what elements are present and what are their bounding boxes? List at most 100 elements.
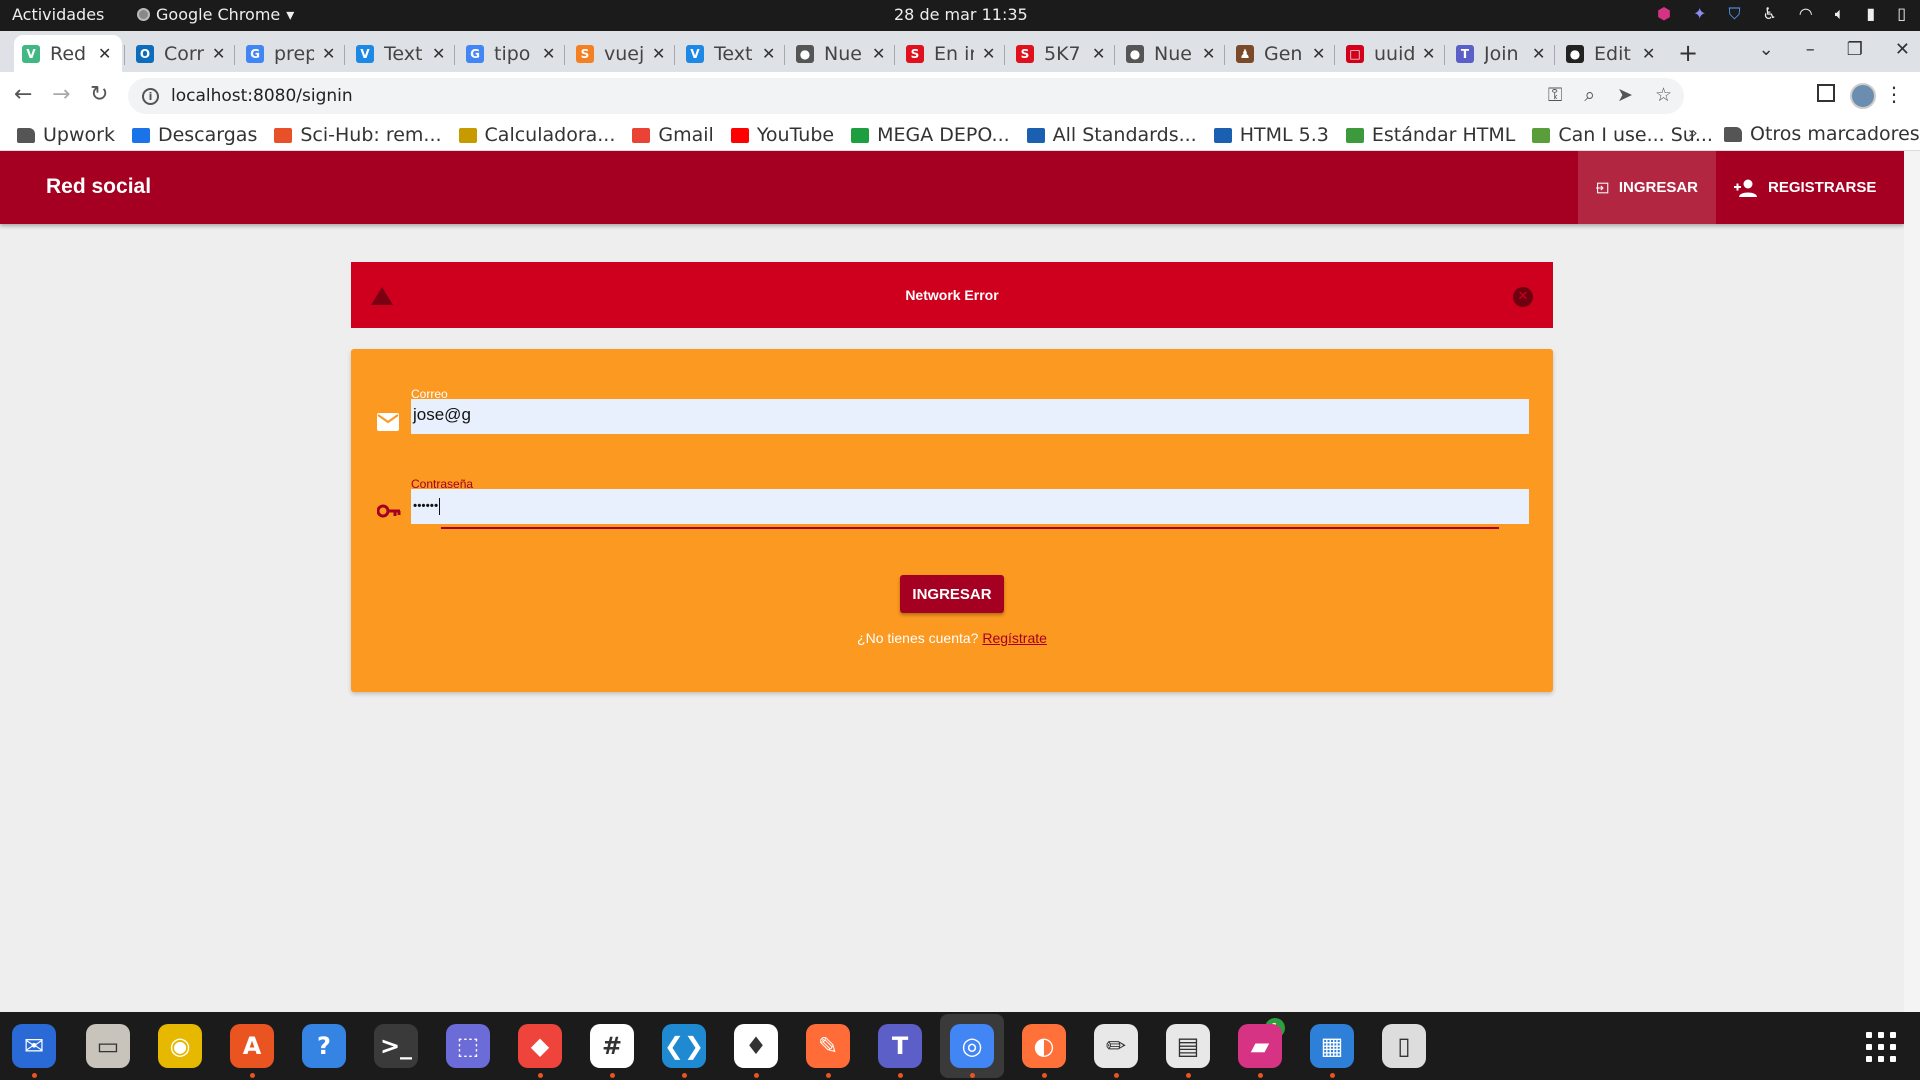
text-editor-icon[interactable]: ✏ <box>1094 1024 1138 1068</box>
email-field[interactable]: jose@g <box>411 399 1529 434</box>
minimize-icon[interactable]: – <box>1806 39 1815 60</box>
browser-tab[interactable]: ● Edit ✕ <box>1558 35 1664 72</box>
accessibility-icon[interactable]: ♿ <box>1762 4 1776 24</box>
browser-tab[interactable]: ♟ Gen ✕ <box>1228 35 1334 72</box>
close-tab-icon[interactable]: ✕ <box>1532 44 1545 63</box>
brand-title[interactable]: Red social <box>46 175 151 199</box>
browser-tab[interactable]: Svuej ✕ <box>568 35 674 72</box>
bookmark-item[interactable]: Sci-Hub: rem... <box>274 124 442 146</box>
close-tab-icon[interactable]: ✕ <box>1312 44 1325 63</box>
signup-link[interactable]: Regístrate <box>982 630 1047 646</box>
nav-login-button[interactable]: INGRESAR <box>1578 151 1716 224</box>
bookmark-item[interactable]: Estándar HTML <box>1345 124 1515 146</box>
tab-search-icon[interactable]: ⌄ <box>1759 39 1774 60</box>
signin-submit-button[interactable]: INGRESAR <box>900 575 1004 613</box>
close-tab-icon[interactable]: ✕ <box>322 44 335 63</box>
maximize-icon[interactable]: ❐ <box>1847 39 1863 60</box>
postman-icon[interactable]: ✎ <box>806 1024 850 1068</box>
page-scrollbar[interactable] <box>1904 151 1920 1012</box>
document-viewer-icon[interactable]: ▤ <box>1166 1024 1210 1068</box>
other-bookmarks-folder[interactable]: Otros marcadores <box>1724 123 1920 145</box>
bookmark-item[interactable]: MEGA DEPO... <box>851 124 1010 146</box>
system-tray[interactable]: ⬢ ✦ ⛉ ♿ ◠ 🔈︎ ▮ ▯ <box>1657 4 1906 24</box>
close-tab-icon[interactable]: ✕ <box>652 44 665 63</box>
bookmarks-overflow-button[interactable]: » <box>1688 123 1698 142</box>
close-alert-icon[interactable]: ✕ <box>1513 287 1533 307</box>
app-menu[interactable]: Google Chrome ▾ <box>137 5 294 24</box>
rhythmbox-icon[interactable]: ◉ <box>158 1024 202 1068</box>
close-tab-icon[interactable]: ✕ <box>1092 44 1105 63</box>
browser-tab[interactable]: V Text ✕ <box>678 35 784 72</box>
profile-avatar[interactable] <box>1850 83 1876 109</box>
bookmark-folder[interactable]: Upwork <box>17 124 115 146</box>
bookmark-item[interactable]: YouTube <box>730 124 834 146</box>
close-tab-icon[interactable]: ✕ <box>1642 44 1655 63</box>
bookmark-item[interactable]: HTML 5.3 <box>1213 124 1329 146</box>
close-tab-icon[interactable]: ✕ <box>762 44 775 63</box>
mongodb-icon[interactable]: ♦ <box>734 1024 778 1068</box>
address-bar[interactable]: i localhost:8080/signin ⚿ ⌕ ➤ ☆ <box>128 78 1684 114</box>
screenshot-icon[interactable]: ⬚ <box>446 1024 490 1068</box>
anydesk-icon[interactable]: ◆ <box>518 1024 562 1068</box>
zoom-icon[interactable]: ⌕ <box>1584 84 1595 106</box>
bookmark-item[interactable]: Calculadora... <box>458 124 615 146</box>
browser-tab[interactable]: Gprep ✕ <box>238 35 344 72</box>
close-tab-icon[interactable]: ✕ <box>212 44 225 63</box>
phpstorm-icon[interactable]: ▰ <box>1238 1024 1282 1068</box>
microphone-icon[interactable]: ▮ <box>1866 4 1875 24</box>
chrome-icon[interactable]: ◎ <box>950 1024 994 1068</box>
volume-icon[interactable]: 🔈︎ <box>1835 4 1845 24</box>
firefox-icon[interactable]: ◐ <box>1022 1024 1066 1068</box>
thunderbird-icon[interactable]: ✉ <box>12 1024 56 1068</box>
side-panel-icon[interactable] <box>1817 84 1835 102</box>
close-tab-icon[interactable]: ✕ <box>1202 44 1215 63</box>
teams-indicator-icon[interactable]: ✦ <box>1693 4 1706 24</box>
browser-tab[interactable]: S En ir ✕ <box>898 35 1004 72</box>
new-tab-button[interactable]: + <box>1678 39 1698 67</box>
ipod-icon[interactable]: ▯ <box>1382 1024 1426 1068</box>
bookmark-item[interactable]: Gmail <box>632 124 714 146</box>
browser-tab[interactable]: V Text ✕ <box>348 35 454 72</box>
back-arrow-icon[interactable]: ← <box>14 82 32 107</box>
browser-tab[interactable]: T Join ✕ <box>1448 35 1554 72</box>
browser-tab[interactable]: □ uuid ✕ <box>1338 35 1444 72</box>
help-icon[interactable]: ? <box>302 1024 346 1068</box>
bookmark-item[interactable]: Can I use... Su... <box>1532 124 1713 146</box>
software-center-icon[interactable]: A <box>230 1024 274 1068</box>
activities-button[interactable]: Actividades <box>12 5 104 24</box>
close-window-icon[interactable]: ✕ <box>1895 39 1910 60</box>
key-icon[interactable]: ⚿ <box>1548 84 1562 106</box>
reload-icon[interactable]: ↻ <box>90 82 108 107</box>
close-tab-icon[interactable]: ✕ <box>98 44 111 63</box>
app-indicator-icon[interactable]: ⬢ <box>1657 4 1671 24</box>
close-tab-icon[interactable]: ✕ <box>1422 44 1435 63</box>
slack-icon[interactable]: # <box>590 1024 634 1068</box>
bookmark-item[interactable]: Descargas <box>131 124 257 146</box>
bookmark-star-icon[interactable]: ☆ <box>1655 84 1672 106</box>
close-tab-icon[interactable]: ✕ <box>872 44 885 63</box>
kebab-menu-icon[interactable]: ⋮ <box>1884 82 1904 106</box>
forward-arrow-icon[interactable]: → <box>52 82 70 107</box>
clock[interactable]: 28 de mar 11:35 <box>894 5 1028 24</box>
browser-tab[interactable]: V Red ✕ <box>14 35 122 72</box>
vscode-icon[interactable]: ❮❯ <box>662 1024 706 1068</box>
nav-register-button[interactable]: REGISTRARSE <box>1716 151 1894 224</box>
terminal-icon[interactable]: >_ <box>374 1024 418 1068</box>
browser-tab[interactable]: ● Nue ✕ <box>788 35 894 72</box>
site-info-icon[interactable]: i <box>142 87 159 105</box>
close-tab-icon[interactable]: ✕ <box>542 44 555 63</box>
files-icon[interactable]: ▭ <box>86 1024 130 1068</box>
battery-icon[interactable]: ▯ <box>1897 4 1906 24</box>
password-field[interactable]: •••••• <box>411 489 1529 524</box>
send-icon[interactable]: ➤ <box>1617 84 1633 106</box>
show-apps-icon[interactable] <box>1866 1032 1896 1062</box>
browser-tab[interactable]: Gtipo ✕ <box>458 35 564 72</box>
wifi-icon[interactable]: ◠ <box>1799 4 1813 24</box>
browser-tab[interactable]: ● Nue ✕ <box>1118 35 1224 72</box>
browser-tab[interactable]: S 5K7 ✕ <box>1008 35 1114 72</box>
close-tab-icon[interactable]: ✕ <box>982 44 995 63</box>
browser-tab[interactable]: O Corr ✕ <box>128 35 234 72</box>
shield-indicator-icon[interactable]: ⛉ <box>1728 4 1740 24</box>
close-tab-icon[interactable]: ✕ <box>432 44 445 63</box>
bookmark-item[interactable]: All Standards... <box>1026 124 1197 146</box>
